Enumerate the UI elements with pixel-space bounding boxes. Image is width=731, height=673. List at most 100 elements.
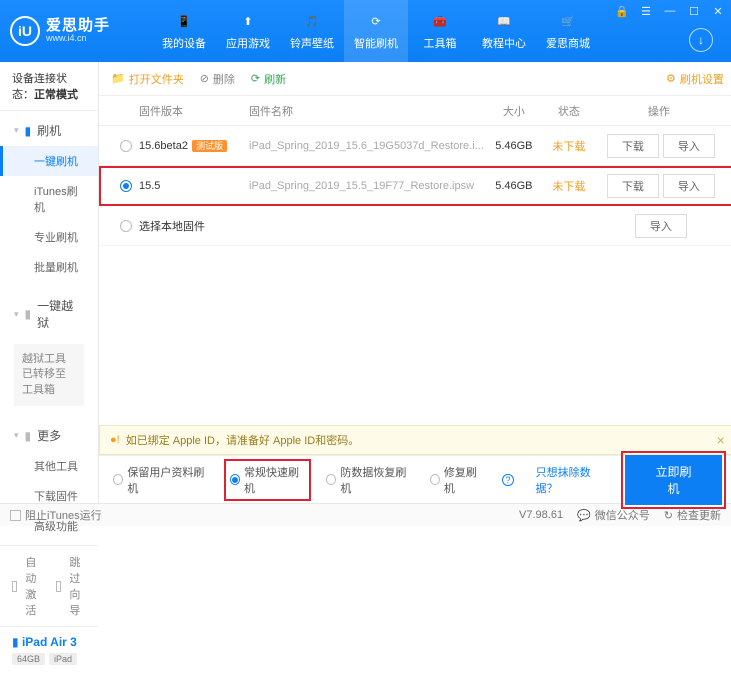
logo-icon: iU xyxy=(10,16,40,46)
flash-mode-option[interactable]: 修复刷机 xyxy=(430,464,485,496)
cell-status: 未下载 xyxy=(544,138,594,154)
minimize-icon[interactable]: — xyxy=(663,4,677,18)
flash-mode-option[interactable]: 常规快速刷机 xyxy=(227,462,308,498)
radio-icon[interactable] xyxy=(113,474,123,485)
statusbar: 阻止iTunes运行 V7.98.61 💬微信公众号 ↻检查更新 xyxy=(0,503,731,526)
nav-icon: 🧰 xyxy=(430,11,450,31)
radio-icon[interactable] xyxy=(230,474,240,485)
nav-1[interactable]: ⬆ 应用游戏 xyxy=(216,0,280,62)
nav-0[interactable]: 📱 我的设备 xyxy=(152,0,216,62)
erase-only-link[interactable]: 只想抹除数据？ xyxy=(536,464,608,496)
col-version: 固件版本 xyxy=(139,103,249,119)
wechat-link[interactable]: 💬微信公众号 xyxy=(577,507,650,523)
refresh-icon: ⟳ xyxy=(251,72,260,85)
window-controls: 🔒 ☰ — ☐ ✕ xyxy=(615,4,725,18)
brand-url: www.i4.cn xyxy=(46,34,110,44)
sidebar: 设备连接状态：正常模式 ▾▮刷机一键刷机iTunes刷机专业刷机批量刷机▾▮一键… xyxy=(0,62,99,503)
op-button[interactable]: 导入 xyxy=(663,134,715,158)
sidebar-item[interactable]: 其他工具 xyxy=(0,451,98,481)
checkbox-icon[interactable] xyxy=(10,510,21,521)
sidebar-group-head[interactable]: ▾▮刷机 xyxy=(0,115,98,146)
radio-icon[interactable] xyxy=(430,474,440,485)
sidebar-group-head[interactable]: ▾▮更多 xyxy=(0,420,98,451)
nav-icon: ⟳ xyxy=(366,11,386,31)
radio-icon[interactable] xyxy=(326,474,336,485)
nav-5[interactable]: 📖 教程中心 xyxy=(472,0,536,62)
delete-button[interactable]: ⊘删除 xyxy=(200,71,235,87)
sidebar-item[interactable]: 批量刷机 xyxy=(0,252,98,282)
local-firmware-label: 选择本地固件 xyxy=(139,218,594,234)
chevron-down-icon: ▾ xyxy=(14,309,19,320)
device-chip: iPad xyxy=(49,653,77,665)
nav-icon: 📖 xyxy=(494,11,514,31)
op-button[interactable]: 下载 xyxy=(607,134,659,158)
close-icon[interactable]: × xyxy=(717,432,725,448)
device-card[interactable]: ▮ iPad Air 3 64GBiPad xyxy=(0,626,98,673)
radio-icon[interactable] xyxy=(120,180,132,192)
nav-icon: 🛒 xyxy=(558,11,578,31)
nav-label: 工具箱 xyxy=(424,35,457,51)
nav-label: 教程中心 xyxy=(482,35,526,51)
nav-icon: 🎵 xyxy=(302,11,322,31)
lock-icon[interactable]: 🔒 xyxy=(615,4,629,18)
device-name: iPad Air 3 xyxy=(22,635,77,649)
menu-icon[interactable]: ☰ xyxy=(639,4,653,18)
version-label: V7.98.61 xyxy=(519,509,563,521)
sidebar-group-head[interactable]: ▾▮一键越狱 xyxy=(0,290,98,338)
titlebar: iU 爱思助手 www.i4.cn 📱 我的设备 ⬆ 应用游戏 🎵 铃声壁纸 ⟳智能刷机 🧰 工… xyxy=(0,0,731,62)
sidebar-item[interactable]: 一键刷机 xyxy=(0,146,98,176)
table-row[interactable]: 15.6beta2测试版iPad_Spring_2019_15.6_19G503… xyxy=(99,126,731,166)
block-itunes-option[interactable]: 阻止iTunes运行 xyxy=(10,507,102,523)
nav-label: 铃声壁纸 xyxy=(290,35,334,51)
table-row[interactable]: 15.5iPad_Spring_2019_15.5_19F77_Restore.… xyxy=(99,166,731,206)
device-chip: 64GB xyxy=(12,653,45,665)
wechat-icon: 💬 xyxy=(577,509,591,522)
trash-icon: ⊘ xyxy=(200,72,209,85)
import-button[interactable]: 导入 xyxy=(635,214,687,238)
info-icon[interactable]: ? xyxy=(502,474,513,486)
cell-name: iPad_Spring_2019_15.6_19G5037d_Restore.i… xyxy=(249,140,484,152)
nav-6[interactable]: 🛒爱思商城 xyxy=(536,0,600,62)
radio-icon[interactable] xyxy=(120,220,132,232)
update-icon: ↻ xyxy=(664,509,673,522)
nav-2[interactable]: 🎵 铃声壁纸 xyxy=(280,0,344,62)
nav-icon: ⬆ xyxy=(238,11,258,31)
col-status: 状态 xyxy=(544,103,594,119)
refresh-button[interactable]: ⟳刷新 xyxy=(251,71,286,87)
flash-button[interactable]: 立即刷机 xyxy=(625,455,722,505)
flash-mode-option[interactable]: 保留用户资料刷机 xyxy=(113,464,209,496)
radio-icon[interactable] xyxy=(120,140,132,152)
group-icon: ▮ xyxy=(25,124,32,138)
col-size: 大小 xyxy=(484,103,544,119)
nav-4[interactable]: 🧰 工具箱 xyxy=(408,0,472,62)
nav-icon: 📱 xyxy=(174,11,194,31)
sidebar-item[interactable]: iTunes刷机 xyxy=(0,176,98,222)
cell-version: 15.5 xyxy=(139,180,249,192)
check-update-link[interactable]: ↻检查更新 xyxy=(664,507,721,523)
table-header: 固件版本 固件名称 大小 状态 操作 xyxy=(99,96,731,126)
nav-label: 应用游戏 xyxy=(226,35,270,51)
maximize-icon[interactable]: ☐ xyxy=(687,4,701,18)
nav-label: 我的设备 xyxy=(162,35,206,51)
flash-settings-button[interactable]: ⚙刷机设置 xyxy=(666,71,724,87)
warning-icon: ●! xyxy=(110,434,120,446)
chevron-down-icon: ▾ xyxy=(14,125,19,136)
navbar: 📱 我的设备 ⬆ 应用游戏 🎵 铃声壁纸 ⟳智能刷机 🧰 工具箱 📖 教程中心 🛒爱思商城 xyxy=(152,0,600,62)
nav-3[interactable]: ⟳智能刷机 xyxy=(344,0,408,62)
device-status: 设备连接状态：正常模式 xyxy=(0,62,98,111)
auto-activate-checkbox[interactable] xyxy=(12,581,17,592)
group-icon: ▮ xyxy=(25,429,32,443)
auto-activate-label: 自动激活 xyxy=(25,554,42,618)
flash-mode-option[interactable]: 防数据恢复刷机 xyxy=(326,464,412,496)
open-folder-button[interactable]: 📁打开文件夹 xyxy=(111,71,184,87)
logo: iU 爱思助手 www.i4.cn xyxy=(10,16,152,46)
close-icon[interactable]: ✕ xyxy=(711,4,725,18)
main: 📁打开文件夹 ⊘删除 ⟳刷新 ⚙刷机设置 固件版本 固件名称 大小 状态 操作 … xyxy=(99,62,731,503)
sidebar-item[interactable]: 专业刷机 xyxy=(0,222,98,252)
op-button[interactable]: 导入 xyxy=(663,174,715,198)
group-icon: ▮ xyxy=(25,307,32,321)
download-icon[interactable]: ↓ xyxy=(689,28,713,52)
local-firmware-row[interactable]: 选择本地固件 导入 xyxy=(99,206,731,246)
skip-guide-checkbox[interactable] xyxy=(56,581,61,592)
op-button[interactable]: 下载 xyxy=(607,174,659,198)
